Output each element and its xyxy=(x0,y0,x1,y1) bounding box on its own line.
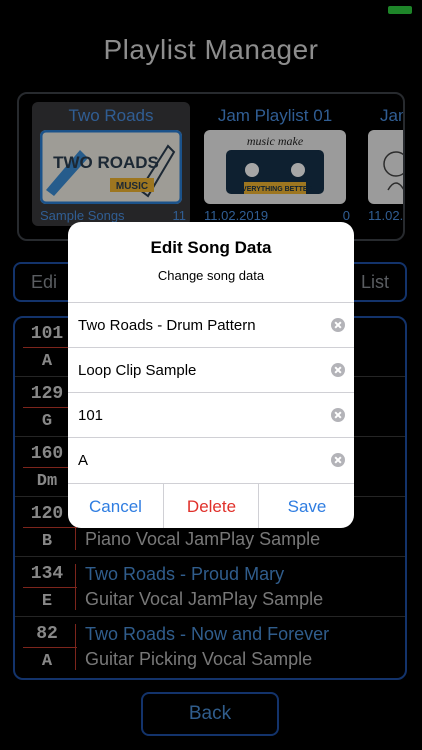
cancel-button[interactable]: Cancel xyxy=(68,484,163,528)
delete-button[interactable]: Delete xyxy=(163,484,259,528)
song-desc-field[interactable] xyxy=(68,347,354,392)
song-bpm-input[interactable] xyxy=(78,401,308,429)
edit-song-dialog: Edit Song Data Change song data Cancel D… xyxy=(68,222,354,528)
dialog-actions: Cancel Delete Save xyxy=(68,483,354,528)
song-key-input[interactable] xyxy=(78,446,308,474)
song-title-input[interactable] xyxy=(78,311,308,339)
dialog-title: Edit Song Data xyxy=(150,238,272,257)
save-button[interactable]: Save xyxy=(258,484,354,528)
clear-icon[interactable] xyxy=(331,318,345,332)
clear-icon[interactable] xyxy=(331,363,345,377)
song-title-field[interactable] xyxy=(68,302,354,347)
clear-icon[interactable] xyxy=(331,408,345,422)
song-desc-input[interactable] xyxy=(78,356,308,384)
song-key-field[interactable] xyxy=(68,437,354,482)
clear-icon[interactable] xyxy=(331,453,345,467)
dialog-message: Change song data xyxy=(157,268,265,283)
song-bpm-field[interactable] xyxy=(68,392,354,437)
